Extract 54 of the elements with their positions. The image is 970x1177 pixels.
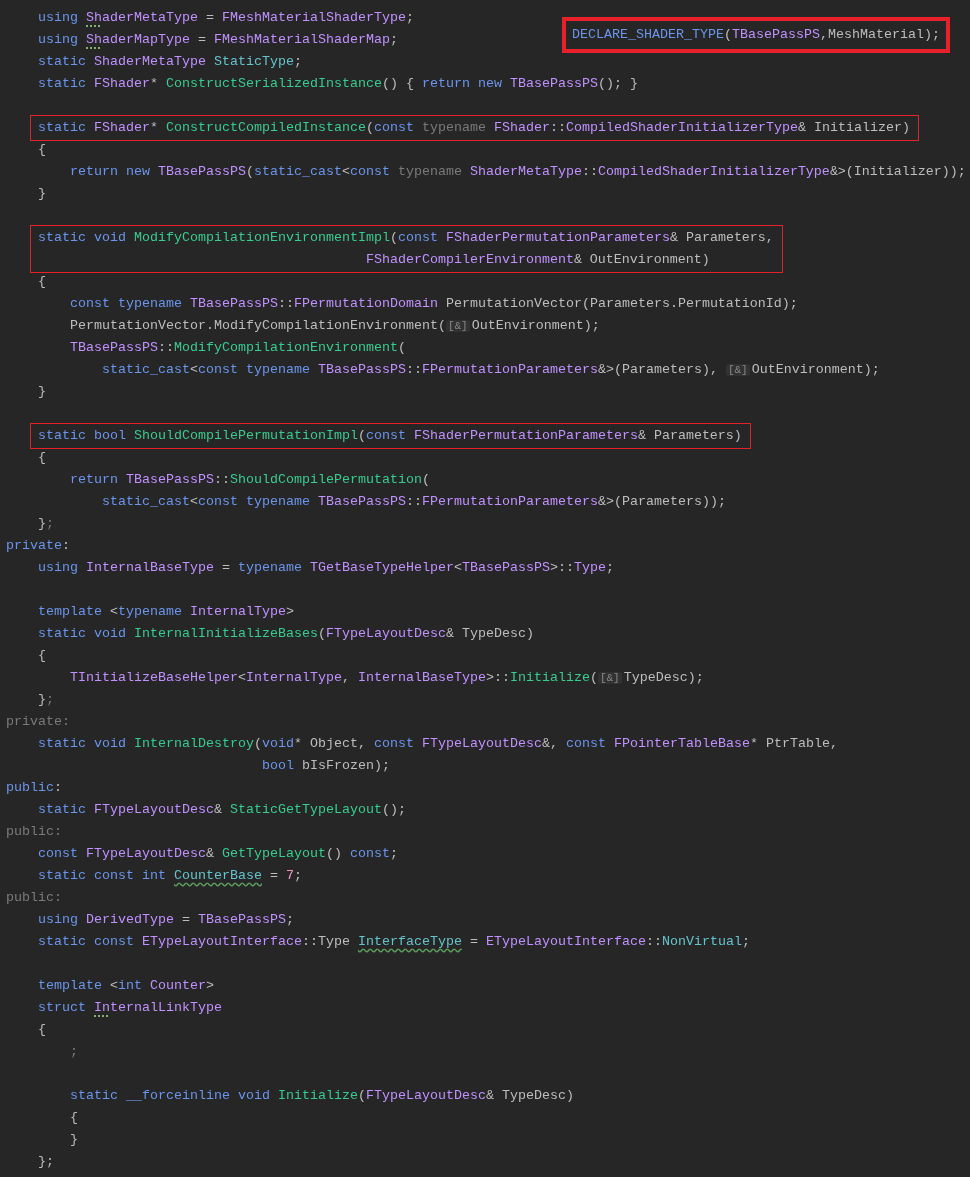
code-line: using ShaderMetaType = FMeshMaterialShaderType; (38, 10, 414, 25)
code-line: TypeDesc); (623, 670, 704, 685)
code-line: bool bIsFrozen); (261, 758, 390, 773)
code-line: TInitializeBaseHelper<InternalType, InternalBaseType>::Initialize( (70, 670, 598, 685)
code-line: OutEnvironment); (471, 318, 600, 333)
code-line: }; (38, 1154, 54, 1169)
code-line: public: (6, 824, 62, 839)
code-line: using ShaderMapType = FMeshMaterialShaderMap; (38, 32, 398, 47)
code-line: OutEnvironment); (751, 362, 880, 377)
code-line: static void InternalDestroy(void* Object, const FTypeLayoutDesc&, const FPointerTableBase* PtrTable, (38, 736, 838, 751)
code-line: FShaderCompilerEnvironment& OutEnvironment) (365, 252, 710, 267)
code-line: static __forceinline void Initialize(FTypeLayoutDesc& TypeDesc) (70, 1088, 574, 1103)
code-line: static const int CounterBase = 7; (38, 868, 302, 883)
code-line: static void ModifyCompilationEnvironmentImpl(const FShaderPermutationParameters& Parameters, (38, 230, 774, 245)
code-line: PermutationVector.ModifyCompilationEnvironment( (70, 318, 446, 333)
code-line: TBasePassPS::ModifyCompilationEnvironment( (70, 340, 406, 355)
code-line: ; (70, 1044, 78, 1059)
code-line: const FTypeLayoutDesc& GetTypeLayout() const; (38, 846, 398, 861)
code-line: template <typename InternalType> (38, 604, 294, 619)
code-line: template <int Counter> (38, 978, 214, 993)
code-line: }; (38, 516, 54, 531)
code-line: static_cast<const typename TBasePassPS::FPermutationParameters&>(Parameters)); (102, 494, 726, 509)
code-line: static bool ShouldCompilePermutationImpl(const FShaderPermutationParameters& Parameters) (38, 428, 742, 443)
code-line: } (70, 1132, 78, 1147)
code-line: const typename TBasePassPS::FPermutationDomain PermutationVector(Parameters.PermutationId); (70, 296, 798, 311)
code-line: { (38, 1022, 46, 1037)
code-line: { (38, 142, 46, 157)
code-line: struct InternalLinkType (38, 1000, 222, 1015)
code-line: static ShaderMetaType StaticType; (38, 54, 302, 69)
inlay-hint: [&] (597, 672, 622, 684)
code-line: { (38, 274, 46, 289)
inlay-hint: [&] (445, 320, 470, 332)
code-line: static FShader* ConstructCompiledInstance(const typename FShader::CompiledShaderInitializerType& Initializer) (38, 120, 910, 135)
code-line: static FShader* ConstructSerializedInstance() { return new TBasePassPS(); } (38, 76, 638, 91)
inlay-hint: [&] (725, 364, 750, 376)
code-line: public: (6, 890, 62, 905)
code-line: static const ETypeLayoutInterface::Type InterfaceType = ETypeLayoutInterface::NonVirtual; (38, 934, 750, 949)
code-line: } (38, 384, 46, 399)
code-line: public: (6, 780, 62, 795)
code-line: using InternalBaseType = typename TGetBaseTypeHelper<TBasePassPS>::Type; (38, 560, 614, 575)
code-line: return TBasePassPS::ShouldCompilePermutation( (70, 472, 430, 487)
code-line: } (38, 186, 46, 201)
code-line: private: (6, 714, 70, 729)
code-line: using DerivedType = TBasePassPS; (38, 912, 294, 927)
code-line: { (38, 648, 46, 663)
code-line: return new TBasePassPS(static_cast<const typename ShaderMetaType::CompiledShaderInitializerType&>(Initializer)); (70, 164, 966, 179)
code-line: { (38, 450, 46, 465)
code-line: static FTypeLayoutDesc& StaticGetTypeLayout(); (38, 802, 406, 817)
code-callout: DECLARE_SHADER_TYPE(TBasePassPS,MeshMaterial); (562, 17, 950, 53)
code-line: }; (38, 692, 54, 707)
code-line: { (70, 1110, 78, 1125)
code-line: private: (6, 538, 70, 553)
code-line: static_cast<const typename TBasePassPS::FPermutationParameters&>(Parameters), (102, 362, 719, 377)
code-line: static void InternalInitializeBases(FTypeLayoutDesc& TypeDesc) (38, 626, 534, 641)
